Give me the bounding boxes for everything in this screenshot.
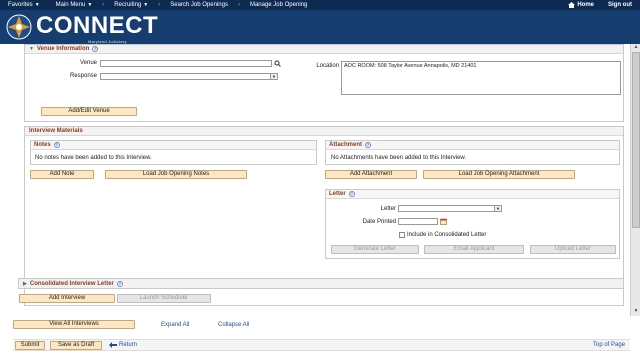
location-textarea[interactable]: AOC ROOM: 508 Taylor Avenue Annapolis, M… <box>341 61 621 95</box>
chevron-down-icon: ▼ <box>34 2 40 8</box>
generate-letter-button[interactable]: Generate Letter <box>331 245 419 254</box>
load-job-opening-attachment-button[interactable]: Load Job Opening Attachment <box>423 170 575 179</box>
response-label: Response <box>69 73 97 79</box>
return-arrow-icon <box>109 342 117 348</box>
header-banner: CONNECT Maryland Judiciary <box>0 10 640 44</box>
chevron-down-icon: ▼ <box>270 74 277 79</box>
help-icon[interactable]: ? <box>92 46 99 52</box>
help-icon[interactable]: ? <box>365 142 372 148</box>
section-title: Consolidated Interview Letter <box>29 280 114 287</box>
return-label: Return <box>119 342 138 348</box>
letter-label: Letter <box>380 206 396 212</box>
top-nav-right: Home Sign out <box>568 0 640 10</box>
scrollbar-thumb[interactable] <box>632 52 640 228</box>
email-applicant-button[interactable]: Email Applicant <box>424 245 524 254</box>
expand-triangle-icon: ▶ <box>23 280 27 287</box>
add-attachment-button[interactable]: Add Attachment <box>325 170 417 179</box>
favorites-label: Favorites <box>8 2 33 8</box>
breadcrumb-label: Recruiting <box>114 2 142 8</box>
page-toolbar: Submit Save as Draft Return Top of Page <box>13 339 630 351</box>
connect-logo <box>6 14 32 40</box>
subsection-title: Letter <box>329 191 346 197</box>
notes-header: Notes ? <box>31 141 316 150</box>
attachment-subpanel: Attachment ? No Attachments have been ad… <box>325 140 620 165</box>
view-all-interviews-button[interactable]: View All Interviews <box>13 320 135 329</box>
response-select[interactable]: ▼ <box>100 73 278 80</box>
breadcrumb-separator: › <box>158 2 161 8</box>
breadcrumb-search-job-openings[interactable]: Search Job Openings <box>162 2 236 8</box>
consolidated-letter-label: Include in Consolidated Letter <box>407 232 487 238</box>
section-title: Venue Information <box>36 46 90 52</box>
date-printed-label: Date Printed <box>362 219 396 225</box>
submit-button[interactable]: Submit <box>15 341 45 350</box>
upload-letter-button[interactable]: Upload Letter <box>530 245 616 254</box>
main-menu-label: Main Menu <box>55 2 86 8</box>
expand-all-link[interactable]: Expand All <box>161 322 189 328</box>
attachment-header: Attachment ? <box>326 141 619 150</box>
calendar-icon[interactable] <box>440 218 447 225</box>
top-nav-bar: Favorites ▼ Main Menu ▼ › Recruiting ▼ › Se… <box>0 0 640 10</box>
breadcrumb-separator: › <box>237 2 240 8</box>
collapse-triangle-icon: ▼ <box>29 46 34 52</box>
add-interview-button[interactable]: Add Interview <box>19 294 115 303</box>
notes-subpanel: Notes ? No notes have been added to this… <box>30 140 317 165</box>
letter-subpanel: Letter ? Letter ▼ Date Printed Include i… <box>325 189 620 259</box>
breadcrumb-label: Search Job Openings <box>170 2 228 8</box>
letter-select[interactable]: ▼ <box>398 205 502 212</box>
breadcrumb-separator: › <box>102 2 105 8</box>
date-printed-input[interactable] <box>398 218 438 225</box>
collapse-all-link[interactable]: Collapse All <box>218 322 249 328</box>
venue-input[interactable] <box>100 60 272 67</box>
help-icon[interactable]: ? <box>116 280 123 287</box>
letter-header: Letter ? <box>326 190 619 199</box>
venue-information-section: ▼ Venue Information ? Venue Response ▼ L… <box>24 44 624 122</box>
home-label: Home <box>577 2 594 8</box>
scroll-up-icon[interactable]: ▲ <box>632 44 640 52</box>
favorites-menu[interactable]: Favorites ▼ <box>0 2 48 8</box>
notes-empty-message: No notes have been added to this Intervi… <box>35 155 152 161</box>
help-icon[interactable]: ? <box>53 142 60 148</box>
launch-scheduler-button[interactable]: Launch Scheduler <box>117 294 211 303</box>
location-label: Location <box>316 63 339 69</box>
breadcrumb-manage-job-opening[interactable]: Manage Job Opening <box>242 2 315 8</box>
consolidated-letter-checkbox[interactable] <box>399 232 405 238</box>
main-content: ▼ Venue Information ? Venue Response ▼ L… <box>13 44 630 311</box>
chevron-down-icon: ▼ <box>87 2 93 8</box>
home-icon <box>568 2 576 8</box>
search-icon[interactable] <box>274 60 281 67</box>
section-title: Interview Materials <box>29 128 83 134</box>
add-edit-venue-button[interactable]: Add/Edit Venue <box>41 107 137 116</box>
scroll-down-icon[interactable]: ▼ <box>632 308 640 316</box>
subsection-title: Notes <box>34 142 51 148</box>
consolidated-interview-letter-section[interactable]: ▶ Consolidated Interview Letter ? <box>18 278 624 289</box>
venue-label: Venue <box>79 60 97 66</box>
subsection-title: Attachment <box>329 142 363 148</box>
load-job-opening-notes-button[interactable]: Load Job Opening Notes <box>105 170 247 179</box>
chevron-down-icon: ▼ <box>494 206 501 211</box>
breadcrumb-recruiting[interactable]: Recruiting ▼ <box>106 2 156 8</box>
breadcrumb-label: Manage Job Opening <box>249 2 308 8</box>
help-icon[interactable]: ? <box>348 191 355 197</box>
sign-out-link[interactable]: Sign out <box>608 2 632 8</box>
add-note-button[interactable]: Add Note <box>30 170 94 179</box>
main-menu[interactable]: Main Menu ▼ <box>48 2 101 8</box>
top-of-page-link[interactable]: Top of Page <box>593 342 625 348</box>
vertical-scrollbar[interactable]: ▲ ▼ <box>630 44 640 316</box>
consolidated-interview-letter-header[interactable]: ▶ Consolidated Interview Letter ? <box>19 279 623 288</box>
brand-name: CONNECT <box>36 12 159 39</box>
chevron-down-icon: ▼ <box>143 2 149 8</box>
venue-information-header[interactable]: ▼ Venue Information ? <box>25 45 623 54</box>
interview-materials-header: Interview Materials <box>25 127 623 136</box>
attachment-empty-message: No Attachments have been added to this I… <box>331 155 467 161</box>
save-as-draft-button[interactable]: Save as Draft <box>50 341 102 350</box>
home-link[interactable]: Home <box>568 2 594 8</box>
return-link[interactable]: Return <box>109 342 137 348</box>
location-value: AOC ROOM: 508 Taylor Avenue Annapolis, M… <box>344 63 477 69</box>
